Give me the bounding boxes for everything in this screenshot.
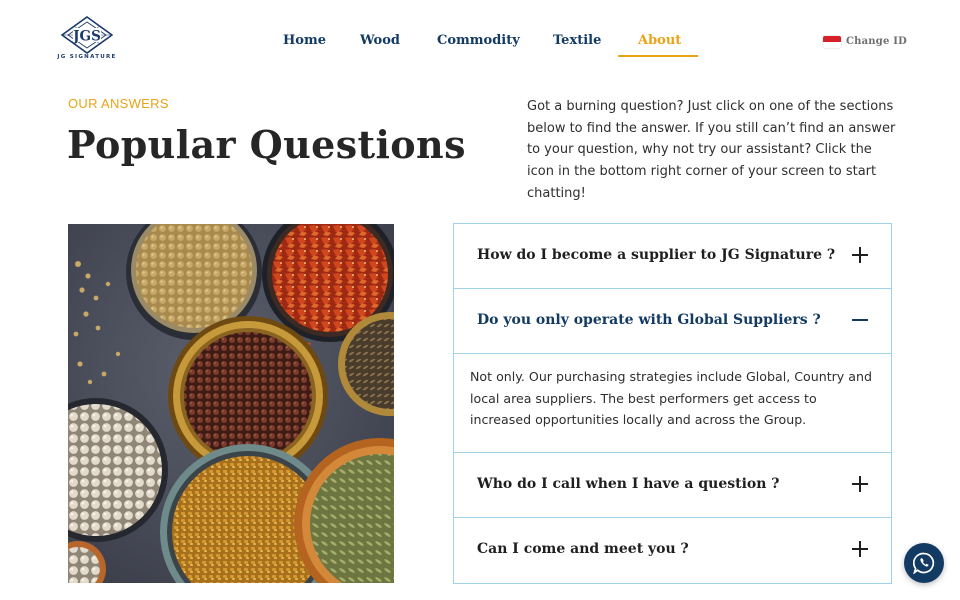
- page-title: Popular Questions: [67, 122, 466, 167]
- faq-item-global-suppliers[interactable]: Do you only operate with Global Supplier…: [454, 289, 891, 354]
- faq-accordion: How do I become a supplier to JG Signatu…: [453, 223, 892, 584]
- minus-icon[interactable]: [851, 311, 869, 329]
- faq-answer: Not only. Our purchasing strategies incl…: [470, 369, 872, 428]
- main-nav: Home Wood Commodity Textile About: [0, 33, 960, 63]
- intro-description: Got a burning question? Just click on on…: [527, 99, 896, 201]
- nav-home[interactable]: Home: [283, 33, 326, 48]
- plus-icon[interactable]: [851, 246, 869, 264]
- faq-answer-panel: Not only. Our purchasing strategies incl…: [454, 355, 891, 453]
- indonesia-flag-icon: [823, 36, 841, 48]
- spices-bowls-image: [68, 224, 394, 583]
- faq-question: Do you only operate with Global Supplier…: [477, 312, 821, 328]
- chat-assistant-button[interactable]: [904, 543, 944, 583]
- faq-question: Can I come and meet you ?: [477, 541, 689, 557]
- active-nav-indicator: [618, 55, 698, 57]
- change-language-label: Change ID: [846, 36, 907, 47]
- faq-item-become-supplier[interactable]: How do I become a supplier to JG Signatu…: [454, 224, 891, 289]
- nav-textile[interactable]: Textile: [553, 33, 601, 48]
- faq-item-who-to-call[interactable]: Who do I call when I have a question ?: [454, 453, 891, 518]
- nav-wood[interactable]: Wood: [360, 33, 400, 48]
- nav-commodity[interactable]: Commodity: [437, 33, 520, 48]
- nav-about[interactable]: About: [638, 33, 681, 48]
- section-eyebrow: OUR ANSWERS: [68, 96, 169, 111]
- faq-question: Who do I call when I have a question ?: [477, 476, 780, 492]
- whatsapp-chat-icon: [913, 552, 935, 574]
- faq-question: How do I become a supplier to JG Signatu…: [477, 247, 836, 263]
- plus-icon[interactable]: [851, 540, 869, 558]
- faq-item-meet-you[interactable]: Can I come and meet you ?: [454, 518, 891, 583]
- plus-icon[interactable]: [851, 475, 869, 493]
